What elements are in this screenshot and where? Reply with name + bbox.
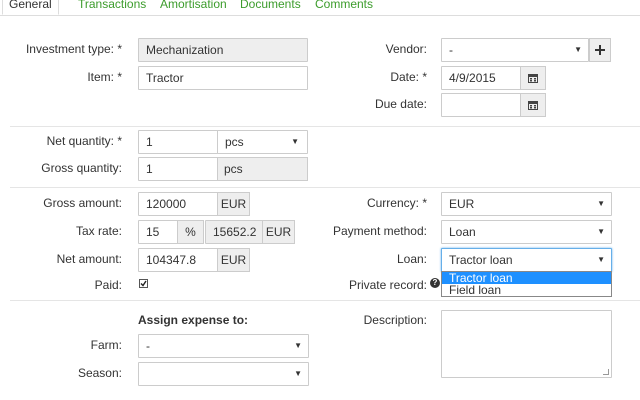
tab-bar: General Transactions Amortisation Docume… — [0, 0, 640, 16]
tax-rate-input[interactable]: 15 — [138, 220, 178, 244]
checkbox-checked-icon — [140, 280, 147, 287]
currency-select-value: EUR — [449, 197, 475, 211]
vendor-add-button[interactable] — [589, 38, 611, 62]
date-picker-button[interactable] — [520, 66, 546, 90]
divider — [10, 126, 640, 127]
season-label: Season: — [77, 366, 122, 380]
payment-method-value: Loan — [449, 225, 476, 239]
vendor-label: Vendor: — [385, 42, 427, 56]
gross-quantity-input[interactable]: 1 — [138, 157, 218, 181]
paid-checkbox[interactable] — [139, 279, 148, 288]
loan-select[interactable]: Tractor loan ▼ — [441, 248, 612, 272]
due-date-picker-button[interactable] — [520, 93, 546, 117]
caret-down-icon: ▼ — [597, 227, 605, 236]
caret-down-icon: ▼ — [597, 199, 605, 208]
due-date-label: Due date: — [374, 97, 427, 111]
item-input[interactable]: Tractor — [138, 66, 308, 90]
assign-expense-heading: Assign expense to: — [138, 313, 249, 327]
caret-down-icon: ▼ — [291, 137, 299, 146]
caret-down-icon: ▼ — [294, 369, 302, 378]
due-date-input[interactable] — [441, 93, 521, 117]
investment-type-label: Investment type: * — [25, 42, 122, 56]
net-quantity-input[interactable]: 1 — [138, 130, 218, 154]
caret-down-icon: ▼ — [574, 45, 582, 54]
question-circle-icon[interactable]: ? — [430, 278, 440, 288]
payment-method-select[interactable]: Loan ▼ — [441, 220, 612, 244]
divider — [10, 300, 640, 301]
gross-amount-label: Gross amount: — [43, 196, 122, 210]
gross-amount-input[interactable]: 120000 — [138, 192, 218, 216]
currency-label: Currency: * — [366, 196, 427, 210]
tab-transactions[interactable]: Transactions — [78, 0, 146, 11]
calendar-icon — [528, 101, 538, 110]
vendor-select[interactable]: - ▼ — [441, 38, 589, 62]
loan-label: Loan: — [396, 252, 427, 266]
currency-select[interactable]: EUR ▼ — [441, 192, 612, 216]
tab-general[interactable]: General — [2, 0, 59, 15]
caret-down-icon: ▼ — [597, 255, 605, 264]
tax-rate-label: Tax rate: — [75, 224, 122, 238]
date-label: Date: * — [390, 70, 427, 84]
loan-select-value: Tractor loan — [449, 253, 513, 267]
loan-option[interactable]: Field loan — [442, 284, 611, 296]
farm-label: Farm: — [90, 338, 122, 352]
tab-comments[interactable]: Comments — [315, 0, 373, 11]
date-input[interactable]: 4/9/2015 — [441, 66, 521, 90]
farm-select[interactable]: - ▼ — [138, 334, 309, 358]
net-amount-label: Net amount: — [56, 252, 122, 266]
calendar-icon — [528, 74, 538, 83]
description-label: Description: — [363, 313, 427, 327]
season-select[interactable]: ▼ — [138, 362, 309, 386]
tab-documents[interactable]: Documents — [240, 0, 301, 11]
private-record-label: Private record: — [348, 278, 427, 292]
payment-method-label: Payment method: — [332, 224, 427, 238]
farm-select-value: - — [146, 339, 150, 353]
caret-down-icon: ▼ — [294, 341, 302, 350]
tax-amount-field: 15652.2 — [205, 220, 263, 244]
net-quantity-unit-value: pcs — [225, 135, 244, 149]
tab-amortisation[interactable]: Amortisation — [160, 0, 227, 11]
loan-dropdown-list: Tractor loan Field loan — [441, 271, 612, 297]
vendor-select-value: - — [449, 43, 453, 57]
net-quantity-label: Net quantity: * — [46, 134, 122, 148]
resize-handle-icon[interactable] — [603, 369, 609, 375]
net-amount-currency: EUR — [217, 248, 250, 272]
gross-quantity-unit: pcs — [217, 157, 308, 181]
tax-rate-percent: % — [177, 220, 204, 244]
investment-type-field: Mechanization — [138, 38, 308, 62]
description-textarea[interactable] — [441, 310, 612, 378]
net-quantity-unit-select[interactable]: pcs ▼ — [217, 130, 308, 154]
item-label: Item: * — [87, 70, 122, 84]
plus-icon — [595, 45, 605, 55]
divider — [10, 187, 640, 188]
gross-quantity-label: Gross quantity: — [41, 161, 122, 175]
net-amount-input[interactable]: 104347.8 — [138, 248, 218, 272]
gross-amount-currency: EUR — [217, 192, 250, 216]
tax-amount-currency: EUR — [262, 220, 295, 244]
paid-label: Paid: — [94, 278, 122, 292]
